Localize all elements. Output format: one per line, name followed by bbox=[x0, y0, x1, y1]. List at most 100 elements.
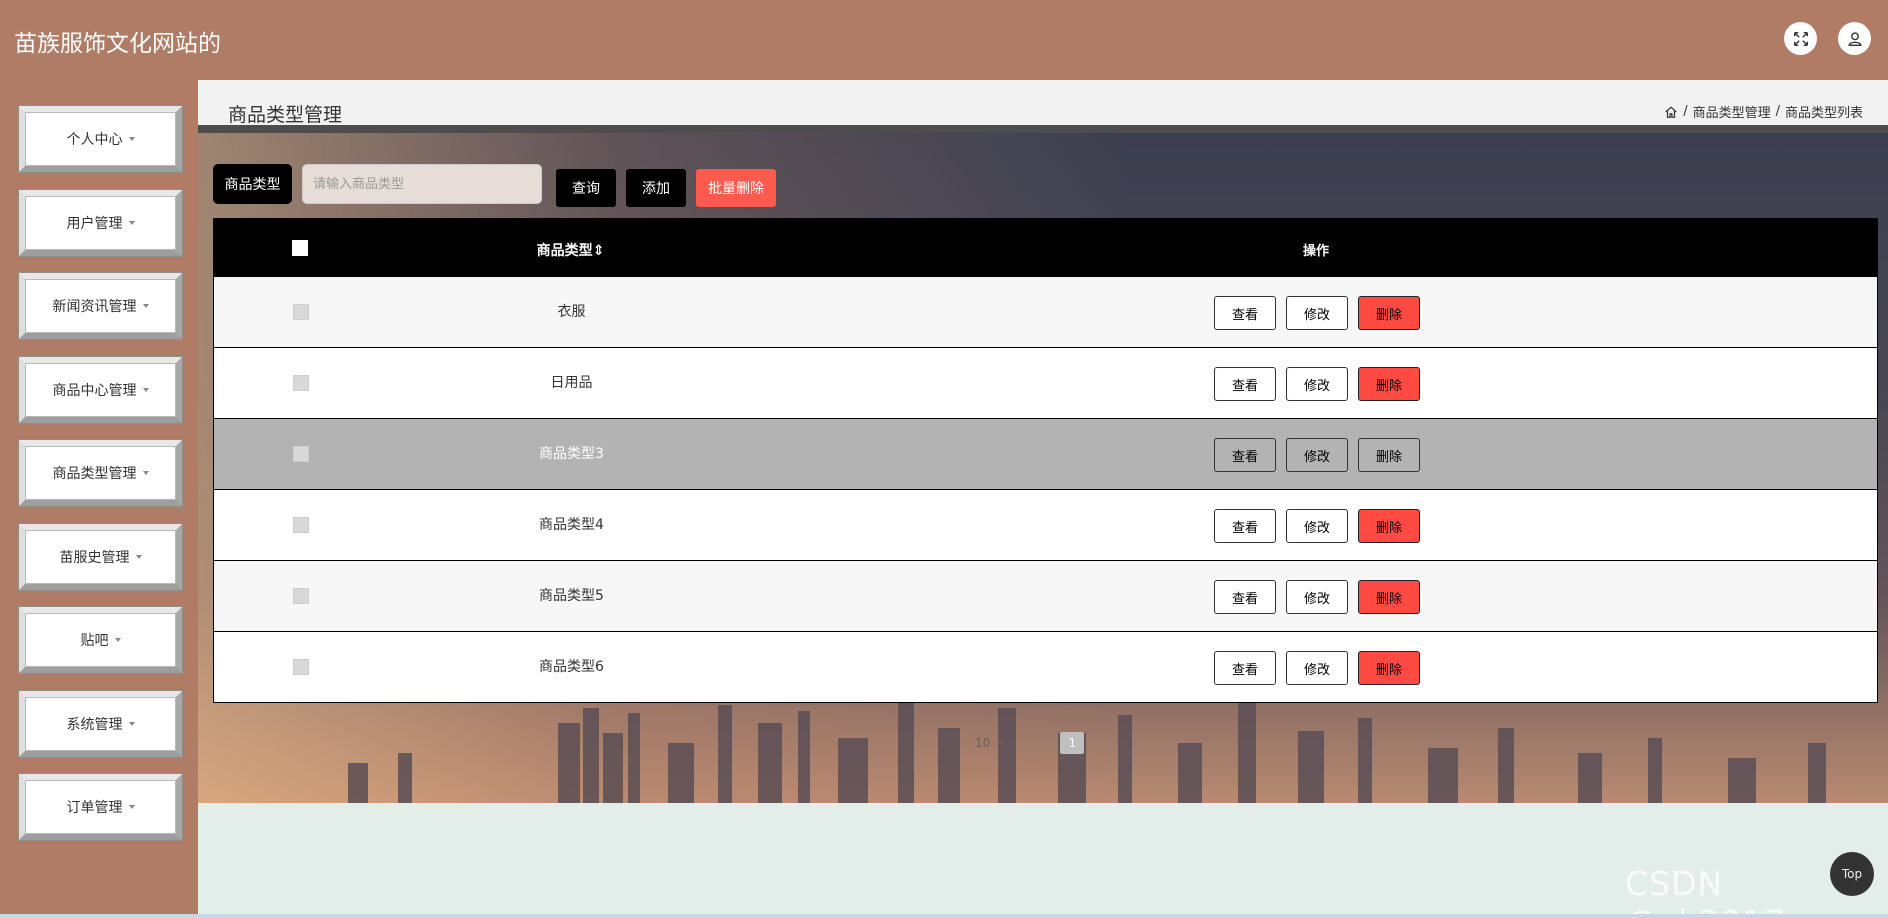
type-cell: 商品类型4 bbox=[539, 517, 604, 533]
column-header-type[interactable]: 商品类型⇕ bbox=[503, 240, 638, 260]
type-cell: 商品类型5 bbox=[539, 588, 604, 604]
row-actions: 查看 修改 删除 bbox=[1214, 438, 1420, 472]
chevron-down-icon bbox=[128, 722, 135, 726]
breadcrumb: / 商品类型管理 / 商品类型列表 bbox=[1664, 102, 1863, 121]
sidebar-item-label: 用户管理 bbox=[66, 216, 123, 232]
delete-button[interactable]: 删除 bbox=[1358, 509, 1420, 543]
delete-button[interactable]: 删除 bbox=[1358, 438, 1420, 472]
row-actions: 查看 修改 删除 bbox=[1214, 509, 1420, 543]
watermark: CSDN @ck3017 bbox=[1625, 864, 1785, 918]
sort-icon[interactable]: ⇕ bbox=[593, 243, 605, 259]
edit-button[interactable]: 修改 bbox=[1286, 651, 1348, 685]
row-actions: 查看 修改 删除 bbox=[1214, 296, 1420, 330]
row-checkbox[interactable] bbox=[293, 659, 309, 675]
chevron-down-icon bbox=[128, 805, 135, 809]
table-row: 商品类型6 查看 修改 删除 bbox=[213, 631, 1878, 703]
bottom-border bbox=[0, 914, 1888, 918]
delete-button[interactable]: 删除 bbox=[1358, 580, 1420, 614]
sidebar-item-miao-history[interactable]: 苗服史管理 bbox=[19, 524, 182, 590]
chevron-down-icon bbox=[128, 137, 135, 141]
product-type-table: 商品类型⇕ 操作 衣服 查看 修改 删除 日用品 查看 修改 删除 商品类型3 … bbox=[213, 218, 1878, 703]
search-label: 商品类型 bbox=[213, 164, 292, 204]
search-input[interactable] bbox=[302, 164, 542, 204]
view-button[interactable]: 查看 bbox=[1214, 367, 1276, 401]
table-row: 商品类型4 查看 修改 删除 bbox=[213, 489, 1878, 561]
fullscreen-glyph bbox=[1793, 31, 1808, 46]
sidebar-item-label: 系统管理 bbox=[66, 717, 123, 733]
table-row: 日用品 查看 修改 删除 bbox=[213, 347, 1878, 419]
type-cell: 衣服 bbox=[557, 304, 586, 320]
row-actions: 查看 修改 删除 bbox=[1214, 651, 1420, 685]
user-glyph bbox=[1847, 31, 1862, 46]
type-cell: 日用品 bbox=[550, 375, 593, 391]
sidebar-item-news-management[interactable]: 新闻资讯管理 bbox=[19, 273, 182, 339]
sidebar-item-forum[interactable]: 贴吧 bbox=[19, 607, 182, 673]
sidebar-item-product-center[interactable]: 商品中心管理 bbox=[19, 357, 182, 423]
row-actions: 查看 修改 删除 bbox=[1214, 367, 1420, 401]
view-button[interactable]: 查看 bbox=[1214, 438, 1276, 472]
chevron-down-icon bbox=[128, 221, 135, 225]
sidebar-item-label: 苗服史管理 bbox=[59, 550, 130, 566]
row-checkbox[interactable] bbox=[293, 517, 309, 533]
select-all-checkbox[interactable] bbox=[292, 240, 308, 256]
sidebar-item-label: 商品中心管理 bbox=[52, 383, 137, 399]
delete-button[interactable]: 删除 bbox=[1358, 367, 1420, 401]
table-header: 商品类型⇕ 操作 bbox=[213, 218, 1878, 277]
chevron-down-icon bbox=[142, 304, 149, 308]
table-row: 商品类型3 查看 修改 删除 bbox=[213, 418, 1878, 490]
delete-button[interactable]: 删除 bbox=[1358, 651, 1420, 685]
chevron-down-icon bbox=[135, 555, 142, 559]
chevron-down-icon bbox=[142, 388, 149, 392]
edit-button[interactable]: 修改 bbox=[1286, 296, 1348, 330]
column-header-label: 商品类型 bbox=[536, 243, 593, 259]
chevron-down-icon[interactable]: ▾ bbox=[998, 736, 1004, 750]
add-button[interactable]: 添加 bbox=[626, 169, 686, 207]
view-button[interactable]: 查看 bbox=[1214, 651, 1276, 685]
edit-button[interactable]: 修改 bbox=[1286, 367, 1348, 401]
page-title: 商品类型管理 bbox=[228, 104, 343, 126]
breadcrumb-item: 商品类型列表 bbox=[1784, 106, 1863, 121]
pagination: 10 ▾ 1 bbox=[975, 732, 1085, 754]
view-button[interactable]: 查看 bbox=[1214, 509, 1276, 543]
breadcrumb-item[interactable]: 商品类型管理 bbox=[1693, 102, 1771, 121]
page-number-current[interactable]: 1 bbox=[1060, 732, 1085, 754]
chevron-down-icon bbox=[142, 471, 149, 475]
top-header: 苗族服饰文化网站的 bbox=[0, 0, 1888, 80]
home-icon[interactable] bbox=[1664, 105, 1678, 119]
query-button[interactable]: 查询 bbox=[556, 169, 616, 207]
row-checkbox[interactable] bbox=[293, 304, 309, 320]
sidebar: 个人中心 用户管理 新闻资讯管理 商品中心管理 商品类型管理 苗服史管理 贴吧 … bbox=[0, 80, 198, 915]
sidebar-item-personal-center[interactable]: 个人中心 bbox=[19, 106, 182, 172]
view-button[interactable]: 查看 bbox=[1214, 580, 1276, 614]
chevron-down-icon bbox=[114, 638, 121, 642]
type-cell: 商品类型3 bbox=[539, 446, 604, 462]
row-checkbox[interactable] bbox=[293, 375, 309, 391]
sidebar-item-label: 订单管理 bbox=[66, 800, 123, 816]
sidebar-item-order-management[interactable]: 订单管理 bbox=[19, 774, 182, 840]
row-checkbox[interactable] bbox=[293, 588, 309, 604]
site-title: 苗族服饰文化网站的 bbox=[14, 31, 221, 57]
edit-button[interactable]: 修改 bbox=[1286, 509, 1348, 543]
edit-button[interactable]: 修改 bbox=[1286, 438, 1348, 472]
edit-button[interactable]: 修改 bbox=[1286, 580, 1348, 614]
sidebar-item-user-management[interactable]: 用户管理 bbox=[19, 190, 182, 256]
sidebar-item-label: 贴吧 bbox=[80, 633, 109, 649]
row-actions: 查看 修改 删除 bbox=[1214, 580, 1420, 614]
table-row: 衣服 查看 修改 删除 bbox=[213, 276, 1878, 348]
delete-button[interactable]: 删除 bbox=[1358, 296, 1420, 330]
batch-delete-button[interactable]: 批量删除 bbox=[696, 169, 776, 207]
page-titlebar: 商品类型管理 / 商品类型管理 / 商品类型列表 bbox=[198, 80, 1888, 133]
fullscreen-icon[interactable] bbox=[1784, 22, 1817, 55]
page-size-select[interactable]: 10 bbox=[975, 736, 990, 750]
sidebar-item-label: 商品类型管理 bbox=[52, 466, 137, 482]
type-cell: 商品类型6 bbox=[539, 659, 604, 675]
sidebar-item-system-management[interactable]: 系统管理 bbox=[19, 691, 182, 757]
sidebar-item-product-type[interactable]: 商品类型管理 bbox=[19, 440, 182, 506]
sidebar-item-label: 新闻资讯管理 bbox=[52, 299, 137, 315]
row-checkbox[interactable] bbox=[293, 446, 309, 462]
breadcrumb-separator: / bbox=[1683, 104, 1688, 119]
view-button[interactable]: 查看 bbox=[1214, 296, 1276, 330]
user-icon[interactable] bbox=[1838, 22, 1871, 55]
table-row: 商品类型5 查看 修改 删除 bbox=[213, 560, 1878, 632]
breadcrumb-separator: / bbox=[1775, 104, 1780, 119]
